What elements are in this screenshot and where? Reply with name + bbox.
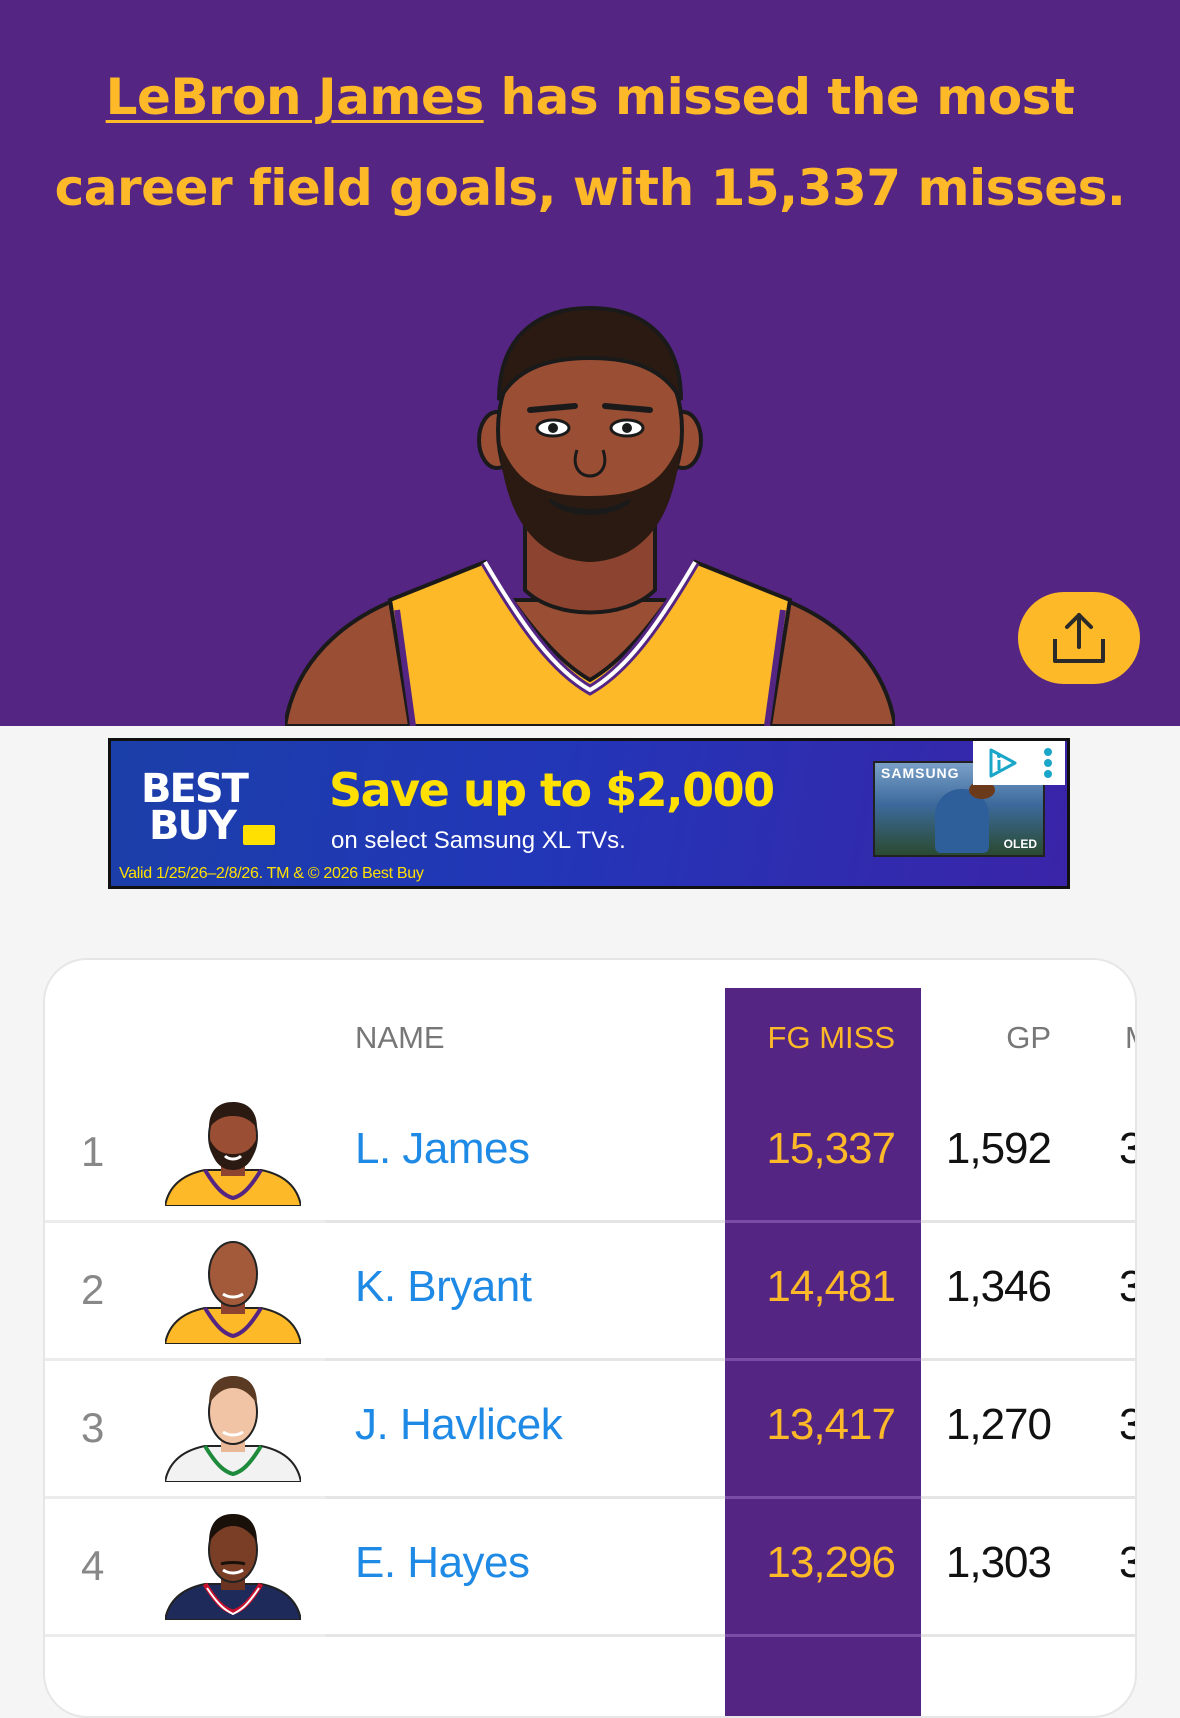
player-name-link[interactable]: L. James — [355, 1124, 530, 1174]
table-row[interactable]: 3 J. Havlicek 13,417 1,270 3 — [45, 1360, 1135, 1496]
row-rank: 4 — [81, 1542, 105, 1589]
fg-miss-value: 13,296 — [766, 1538, 896, 1587]
gp-value: 1,270 — [945, 1400, 1052, 1449]
player-thumbnail — [165, 1241, 301, 1344]
tv-brand: SAMSUNG — [881, 765, 960, 781]
row-rank: 1 — [81, 1128, 105, 1175]
column-header-gp[interactable]: GP — [921, 1020, 1051, 1056]
ad-subtext: on select Samsung XL TVs. — [331, 827, 626, 854]
fg-miss-value: 15,337 — [766, 1124, 896, 1173]
ad-menu-icon[interactable] — [1042, 746, 1054, 780]
ad-choices-icon[interactable] — [985, 746, 1019, 780]
headline: LeBron James has missed the most career … — [40, 52, 1140, 234]
row-rank: 3 — [81, 1404, 105, 1451]
column-header-next[interactable]: M — [1125, 1020, 1135, 1056]
player-avatar-illustration — [285, 305, 895, 726]
bestbuy-logo: BEST BUY — [141, 769, 249, 849]
next-column-value: 3 — [1119, 1124, 1135, 1174]
row-divider — [45, 1634, 1135, 1637]
share-upload-icon — [1053, 613, 1105, 663]
fg-miss-value: 13,417 — [766, 1400, 896, 1449]
table-row[interactable]: 1 L. James 15,337 1,592 3 — [45, 1084, 1135, 1220]
column-header-name[interactable]: NAME — [355, 1020, 445, 1056]
bestbuy-tag-icon — [243, 825, 275, 845]
ad-banner[interactable]: BEST BUY Save up to $2,000 on select Sam… — [108, 738, 1070, 889]
ad-controls[interactable] — [973, 741, 1065, 785]
divider-segment — [45, 1634, 325, 1637]
player-name-link[interactable]: K. Bryant — [355, 1262, 532, 1312]
player-name-link[interactable]: J. Havlicek — [355, 1400, 563, 1450]
gp-value: 1,303 — [945, 1538, 1052, 1587]
player-thumbnail — [165, 1102, 301, 1206]
row-rank: 2 — [81, 1266, 105, 1313]
table-row[interactable]: 2 K. Bryant 14,481 1,346 3 — [45, 1222, 1135, 1358]
fg-miss-value: 14,481 — [766, 1262, 896, 1311]
next-column-value: 3 — [1119, 1538, 1135, 1588]
sorted-column-divider — [725, 1634, 921, 1637]
gp-value: 1,592 — [945, 1124, 1052, 1173]
player-link[interactable]: LeBron James — [106, 68, 485, 126]
column-header-fg-miss[interactable]: FG MISS — [725, 1020, 921, 1056]
leaderboard-table: NAME FG MISS GP M 1 L. James 15,337 1,59… — [43, 958, 1137, 1718]
table-row[interactable]: 4 E. Hayes 13,296 1,303 3 — [45, 1498, 1135, 1634]
ad-headline: Save up to $2,000 — [329, 763, 775, 817]
ad-legal-text: Valid 1/25/26–2/8/26. TM & © 2026 Best B… — [119, 865, 424, 882]
player-name-link[interactable]: E. Hayes — [355, 1538, 530, 1588]
next-column-value: 3 — [1119, 1400, 1135, 1450]
gp-value: 1,346 — [945, 1262, 1052, 1311]
player-thumbnail — [165, 1514, 301, 1620]
hero-banner: LeBron James has missed the most career … — [0, 0, 1180, 726]
next-column-value: 3 — [1119, 1262, 1135, 1312]
bestbuy-logo-line2: BUY — [149, 803, 237, 849]
player-thumbnail — [165, 1376, 301, 1482]
tv-badge: OLED — [1003, 837, 1037, 851]
share-button[interactable] — [1018, 592, 1140, 684]
